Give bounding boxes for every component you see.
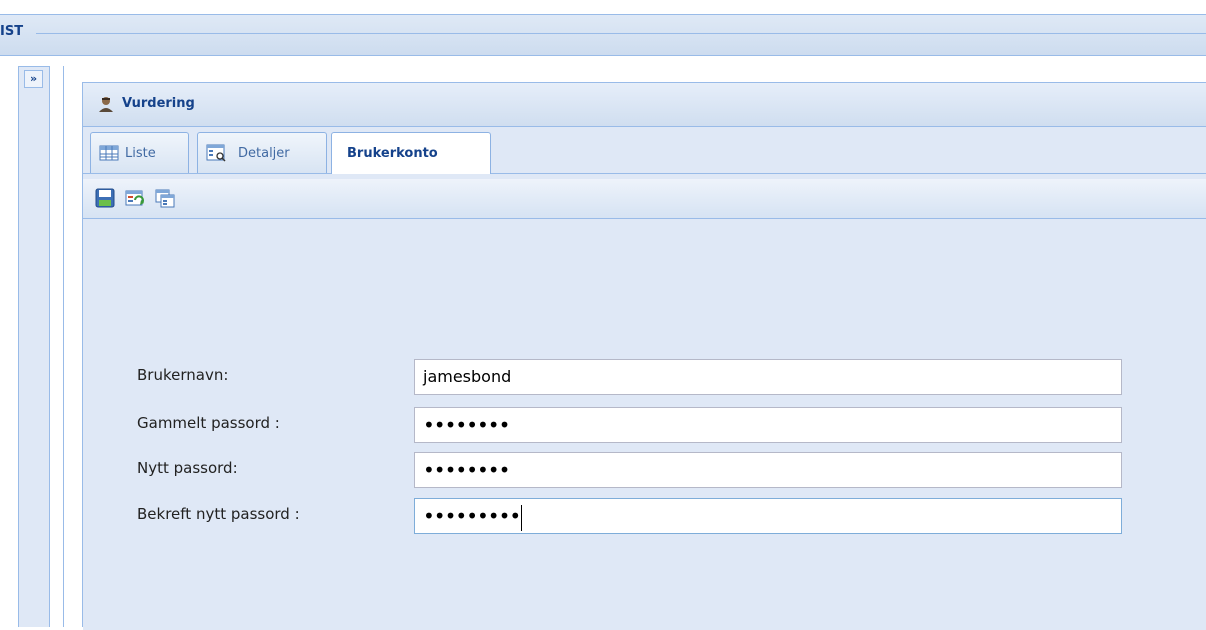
account-form: Brukernavn: jamesbond Gammelt passord : … <box>83 220 1206 630</box>
old-password-label: Gammelt passord : <box>137 414 280 432</box>
vurdering-panel: Vurdering Liste Detaljer Brukerkonto Bru… <box>82 82 1206 630</box>
confirm-password-field[interactable]: ••••••••• <box>414 498 1122 534</box>
app-title: IST <box>0 24 24 39</box>
new-password-field[interactable]: •••••••• <box>414 452 1122 488</box>
tab-detaljer[interactable]: Detaljer <box>197 132 327 173</box>
refresh-record-icon[interactable] <box>125 188 145 208</box>
tab-label: Detaljer <box>238 146 290 161</box>
confirm-password-label: Bekreft nytt passord : <box>137 505 300 523</box>
west-panel-collapsed: » <box>18 66 50 627</box>
save-icon[interactable] <box>95 188 115 208</box>
panel-header: Vurdering <box>83 83 1206 127</box>
details-icon <box>206 144 226 162</box>
username-field[interactable]: jamesbond <box>414 359 1122 395</box>
expand-panel-button[interactable]: » <box>24 70 43 88</box>
tab-label: Liste <box>125 146 156 161</box>
old-password-row: Gammelt passord : •••••••• <box>83 407 1206 443</box>
old-password-field[interactable]: •••••••• <box>414 407 1122 443</box>
copy-record-icon[interactable] <box>155 188 175 208</box>
app-header <box>0 14 1206 56</box>
tab-strip: Liste Detaljer Brukerkonto <box>83 128 1206 174</box>
tab-brukerkonto[interactable]: Brukerkonto <box>331 132 491 174</box>
confirm-password-value: ••••••••• <box>423 504 521 528</box>
username-row: Brukernavn: jamesbond <box>83 359 1206 395</box>
tab-liste[interactable]: Liste <box>90 132 189 173</box>
toolbar <box>83 179 1206 219</box>
panel-title: Vurdering <box>122 96 195 111</box>
text-caret <box>521 504 523 531</box>
confirm-password-row: Bekreft nytt passord : ••••••••• <box>83 498 1206 534</box>
username-label: Brukernavn: <box>137 366 229 384</box>
tab-label: Brukerkonto <box>347 146 438 161</box>
new-password-label: Nytt passord: <box>137 459 238 477</box>
new-password-row: Nytt passord: •••••••• <box>83 452 1206 488</box>
user-icon <box>99 97 113 112</box>
app-title-divider <box>36 33 1206 34</box>
grid-icon <box>99 145 119 161</box>
